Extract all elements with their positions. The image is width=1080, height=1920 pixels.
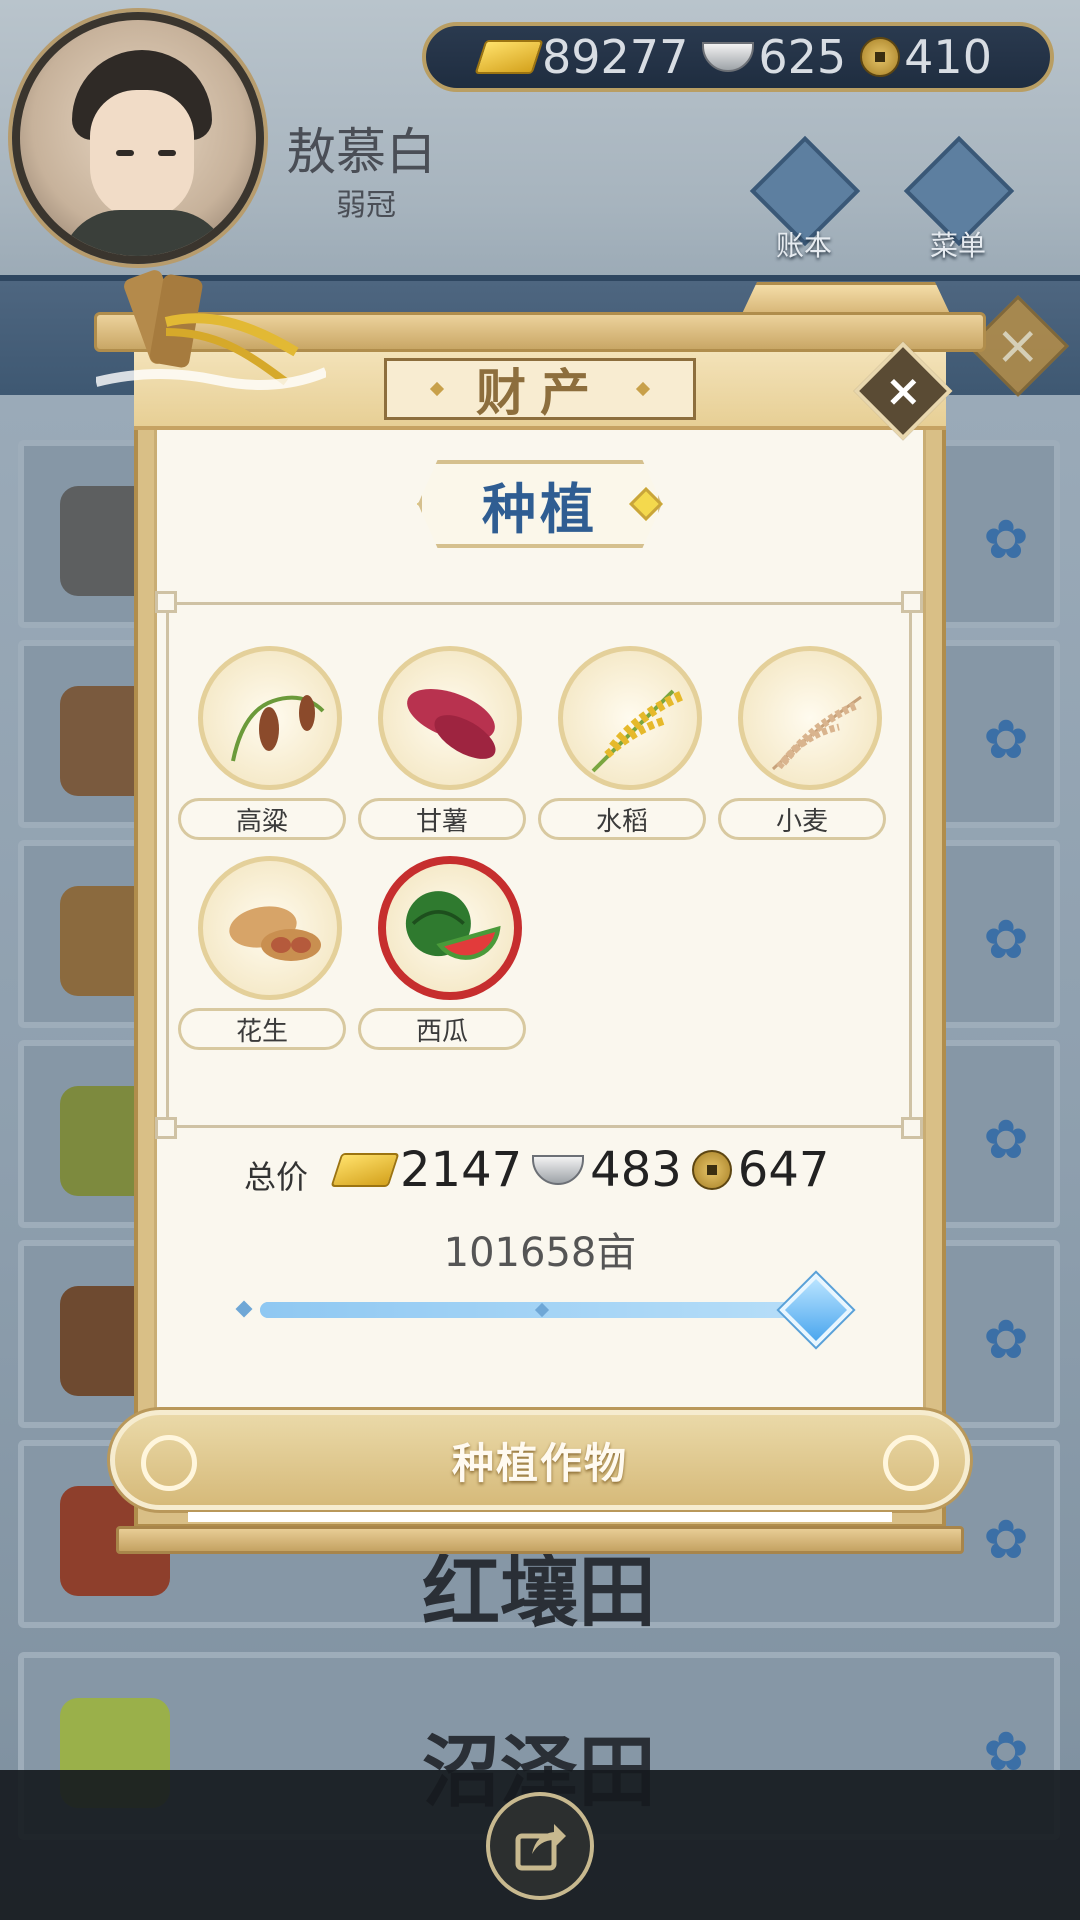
ledger-label: 账本	[775, 229, 832, 262]
crop-option-sorghum[interactable]: 高粱	[178, 646, 346, 846]
scroll-bottom-rod	[116, 1526, 964, 1554]
flower-icon: ✿	[983, 508, 1029, 571]
crop-label: 花生	[235, 1016, 288, 1047]
player-avatar[interactable]	[12, 12, 264, 264]
scroll-paper-edge	[188, 1512, 892, 1522]
total-coins: 647	[737, 1142, 830, 1198]
crop-label: 小麦	[775, 806, 828, 837]
flower-icon: ✿	[983, 1308, 1029, 1371]
crop-label: 西瓜	[415, 1016, 468, 1047]
crop-label-plate: 小麦	[718, 798, 886, 840]
share-button[interactable]	[486, 1792, 594, 1900]
copper-coin-icon	[860, 37, 901, 77]
avatar-eye	[116, 150, 134, 156]
crop-label-plate: 甘薯	[358, 798, 526, 840]
crop-label-plate: 西瓜	[358, 1008, 526, 1050]
total-price-label: 总价	[244, 1158, 309, 1196]
avatar-eye	[158, 150, 176, 156]
gold-ingot-icon	[330, 1153, 400, 1187]
player-title: 弱冠	[336, 188, 396, 223]
crop-label-plate: 花生	[178, 1008, 346, 1050]
total-gold: 2147	[400, 1142, 523, 1198]
coin-currency: 410	[860, 30, 992, 84]
wheat-icon	[771, 695, 862, 771]
frame-corner	[901, 591, 923, 613]
title-ornament-icon	[635, 381, 651, 397]
silver-ingot-icon	[702, 42, 755, 72]
sweet-potato-icon	[407, 689, 496, 759]
frame-corner	[901, 1117, 923, 1139]
menu-label: 菜单	[929, 229, 986, 262]
crop-circle	[198, 856, 342, 1000]
flower-icon: ✿	[983, 908, 1029, 971]
avatar-body	[60, 210, 230, 256]
total-silver: 483	[590, 1142, 682, 1198]
plant-crop-button[interactable]: 种植作物	[110, 1410, 970, 1510]
category-title: 种植	[482, 477, 598, 541]
button-ornament-icon	[883, 1435, 939, 1491]
peanut-icon	[229, 906, 321, 961]
flower-icon: ✿	[983, 708, 1029, 771]
crop-label: 甘薯	[415, 806, 468, 837]
share-icon	[515, 1824, 566, 1871]
crop-option-sweet-potato[interactable]: 甘薯	[358, 646, 526, 846]
copper-coin-icon	[691, 1150, 732, 1190]
sorghum-icon	[231, 695, 325, 762]
crop-label: 高粱	[235, 806, 288, 837]
crop-circle-selected	[378, 856, 522, 1000]
crop-label-plate: 水稻	[538, 798, 706, 840]
gold-ingot-icon	[474, 40, 544, 74]
wheat-bundle-icon	[96, 270, 326, 390]
area-amount: 101658亩	[443, 1230, 637, 1276]
flower-icon: ✿	[983, 1508, 1029, 1571]
watermelon-icon	[405, 891, 501, 960]
silver-currency: 625	[702, 30, 846, 84]
crop-circle	[198, 646, 342, 790]
crop-option-watermelon[interactable]: 西瓜	[358, 856, 526, 1056]
crop-option-peanut[interactable]: 花生	[178, 856, 346, 1056]
gold-amount: 89277	[542, 30, 689, 84]
currency-bar: 89277 625 410	[422, 22, 1054, 92]
button-ornament-icon	[141, 1435, 197, 1491]
crop-label: 水稻	[595, 806, 648, 837]
crop-label-plate: 高粱	[178, 798, 346, 840]
crop-option-rice[interactable]: 水稻	[538, 646, 706, 846]
modal-title-plate: 财产	[384, 358, 696, 422]
flower-icon: ✿	[983, 1108, 1029, 1171]
crop-circle	[378, 646, 522, 790]
crop-circle	[738, 646, 882, 790]
plant-crop-label: 种植作物	[451, 1438, 628, 1488]
frame-corner	[155, 1117, 177, 1139]
modal-title: 财产	[476, 364, 604, 422]
player-name: 敖慕白	[286, 123, 436, 181]
total-price-row: 总价 2147 483 647	[244, 1140, 839, 1200]
coin-amount: 410	[904, 30, 992, 84]
close-icon: ×	[995, 314, 1041, 377]
menu-button[interactable]: 菜单	[902, 135, 1015, 262]
rice-icon	[591, 689, 685, 773]
crop-option-wheat[interactable]: 小麦	[718, 646, 886, 846]
silver-ingot-icon	[532, 1155, 585, 1185]
avatar-face	[90, 90, 194, 220]
frame-corner	[155, 591, 177, 613]
ledger-button[interactable]: 账本	[748, 135, 861, 262]
crop-circle	[558, 646, 702, 790]
title-ornament-icon	[429, 381, 445, 397]
gold-currency: 89277	[474, 30, 689, 84]
close-icon: ×	[884, 365, 922, 416]
category-tag: 种植	[418, 460, 662, 548]
silver-amount: 625	[758, 30, 847, 84]
